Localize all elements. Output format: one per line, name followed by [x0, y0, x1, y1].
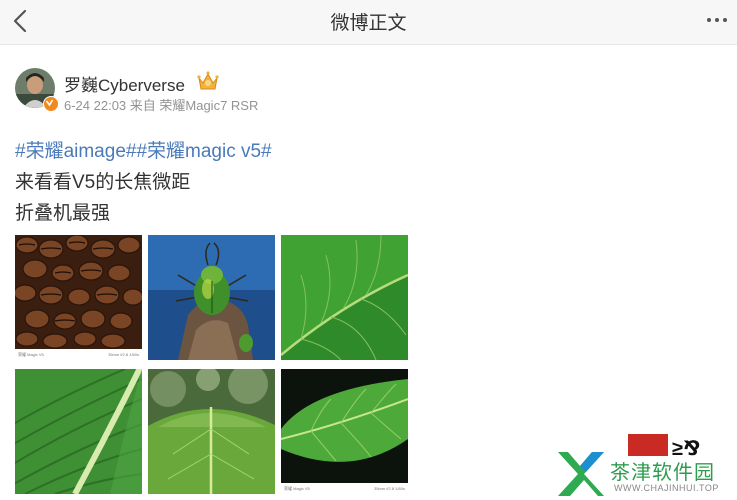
post-image-coffee-beans[interactable]: 荣耀 Magic V5 35mm f/2.8 1/60s — [15, 235, 142, 360]
leaf-dark-image — [281, 369, 408, 494]
image-caption: 荣耀 Magic V5 35mm f/2.8 1/60s — [281, 483, 408, 494]
more-button[interactable] — [705, 10, 729, 30]
hashtags: #荣耀aimage##荣耀magic v5# — [15, 136, 272, 163]
post-image-leaf-macro[interactable] — [281, 235, 408, 360]
crown-icon — [196, 70, 220, 92]
leaf-macro-image — [281, 235, 408, 360]
v-badge-icon — [43, 96, 59, 112]
leaf-bokeh-image — [148, 369, 275, 494]
post-image-leaf-dark[interactable]: 荣耀 Magic V5 35mm f/2.8 1/60s — [281, 369, 408, 494]
post-image-green-beetle[interactable] — [148, 235, 275, 360]
hashtag-link[interactable]: #荣耀magic v5# — [136, 141, 271, 162]
coffee-beans-image — [15, 235, 142, 360]
page-title: 微博正文 — [330, 13, 407, 34]
post-image-banana-leaf[interactable] — [15, 369, 142, 494]
hashtag-link[interactable]: #荣耀aimage# — [15, 141, 136, 162]
post-text-line: 折叠机最强 — [15, 203, 111, 224]
banana-leaf-image — [15, 369, 142, 494]
image-caption: 荣耀 Magic V5 35mm f/2.8 1/60s — [15, 349, 142, 360]
beetle-image — [148, 235, 275, 360]
watermark-url: WWW.CHAJINHUI.TOP — [614, 483, 719, 493]
post-text-line: 来看看V5的长焦微距 — [15, 172, 191, 193]
top-nav-bar: 微博正文 — [0, 0, 737, 45]
watermark-x-logo-icon — [558, 452, 604, 496]
more-horizontal-icon — [707, 18, 727, 22]
post-image-leaf-bokeh[interactable] — [148, 369, 275, 494]
author-name[interactable]: 罗巍Cyberverse — [64, 71, 185, 96]
post-meta: 6-24 22:03 来自 荣耀Magic7 RSR — [64, 98, 259, 113]
watermark-name: 茶津软件园 — [610, 462, 715, 484]
